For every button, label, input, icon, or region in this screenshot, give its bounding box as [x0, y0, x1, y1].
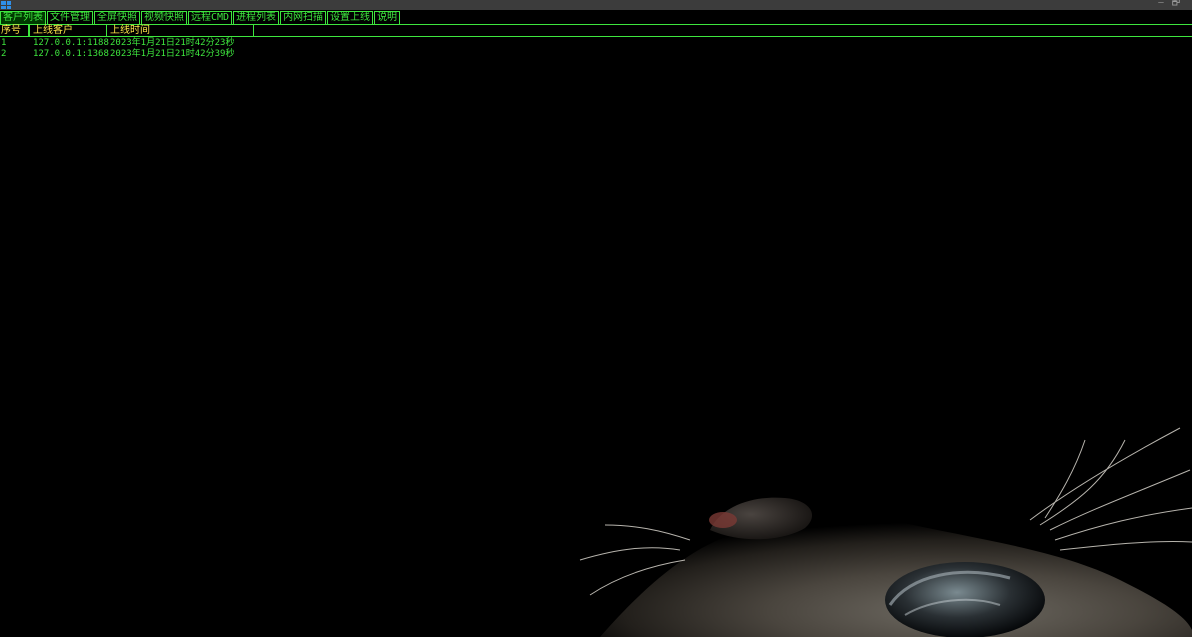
column-header-time[interactable]: 上线时间 — [107, 25, 254, 37]
title-bar[interactable]: — 🗗 — [0, 0, 1192, 10]
column-header-index[interactable]: 序号 — [0, 25, 29, 37]
cat-wallpaper-image — [579, 427, 1192, 637]
tab-process-list[interactable]: 进程列表 — [233, 11, 280, 25]
tab-client-list[interactable]: 客户列表 — [0, 11, 46, 25]
tab-bar: 客户列表 文件管理 全屏快照 视频快照 远程CMD 进程列表 内网扫描 设置上线… — [0, 11, 401, 25]
table-row[interactable]: 2 127.0.0.1:1368 2023年1月21日21时42分39秒 — [0, 49, 260, 59]
tab-help[interactable]: 说明 — [374, 11, 401, 25]
row-time: 2023年1月21日21时42分23秒 — [110, 38, 235, 48]
tab-lan-scan[interactable]: 内网扫描 — [280, 11, 327, 25]
tab-video-snapshot[interactable]: 视频快照 — [141, 11, 187, 25]
tab-fullscreen-snapshot[interactable]: 全屏快照 — [94, 11, 140, 25]
remote-admin-window: — 🗗 客户列表 文件管理 全屏快照 视频快照 远程CMD 进程列表 内网扫描 … — [0, 0, 1192, 637]
tab-file-manager[interactable]: 文件管理 — [47, 11, 93, 25]
row-index: 2 — [1, 49, 7, 59]
row-index: 1 — [1, 38, 7, 48]
restore-button[interactable]: 🗗 — [1170, 0, 1182, 8]
row-time: 2023年1月21日21时42分39秒 — [110, 49, 235, 59]
client-list-view[interactable]: 序号 上线客户 上线时间 1 127.0.0.1:1188 2023年1月21日… — [0, 25, 1192, 65]
app-icon — [1, 1, 11, 9]
list-header: 序号 上线客户 上线时间 — [0, 25, 1192, 37]
row-client: 127.0.0.1:1188 — [33, 38, 109, 48]
tab-remote-cmd[interactable]: 远程CMD — [188, 11, 233, 25]
row-client: 127.0.0.1:1368 — [33, 49, 109, 59]
tab-online-settings[interactable]: 设置上线 — [327, 11, 374, 25]
column-header-client[interactable]: 上线客户 — [29, 25, 107, 37]
table-row[interactable]: 1 127.0.0.1:1188 2023年1月21日21时42分23秒 — [0, 38, 260, 48]
minimize-button[interactable]: — — [1155, 0, 1167, 8]
